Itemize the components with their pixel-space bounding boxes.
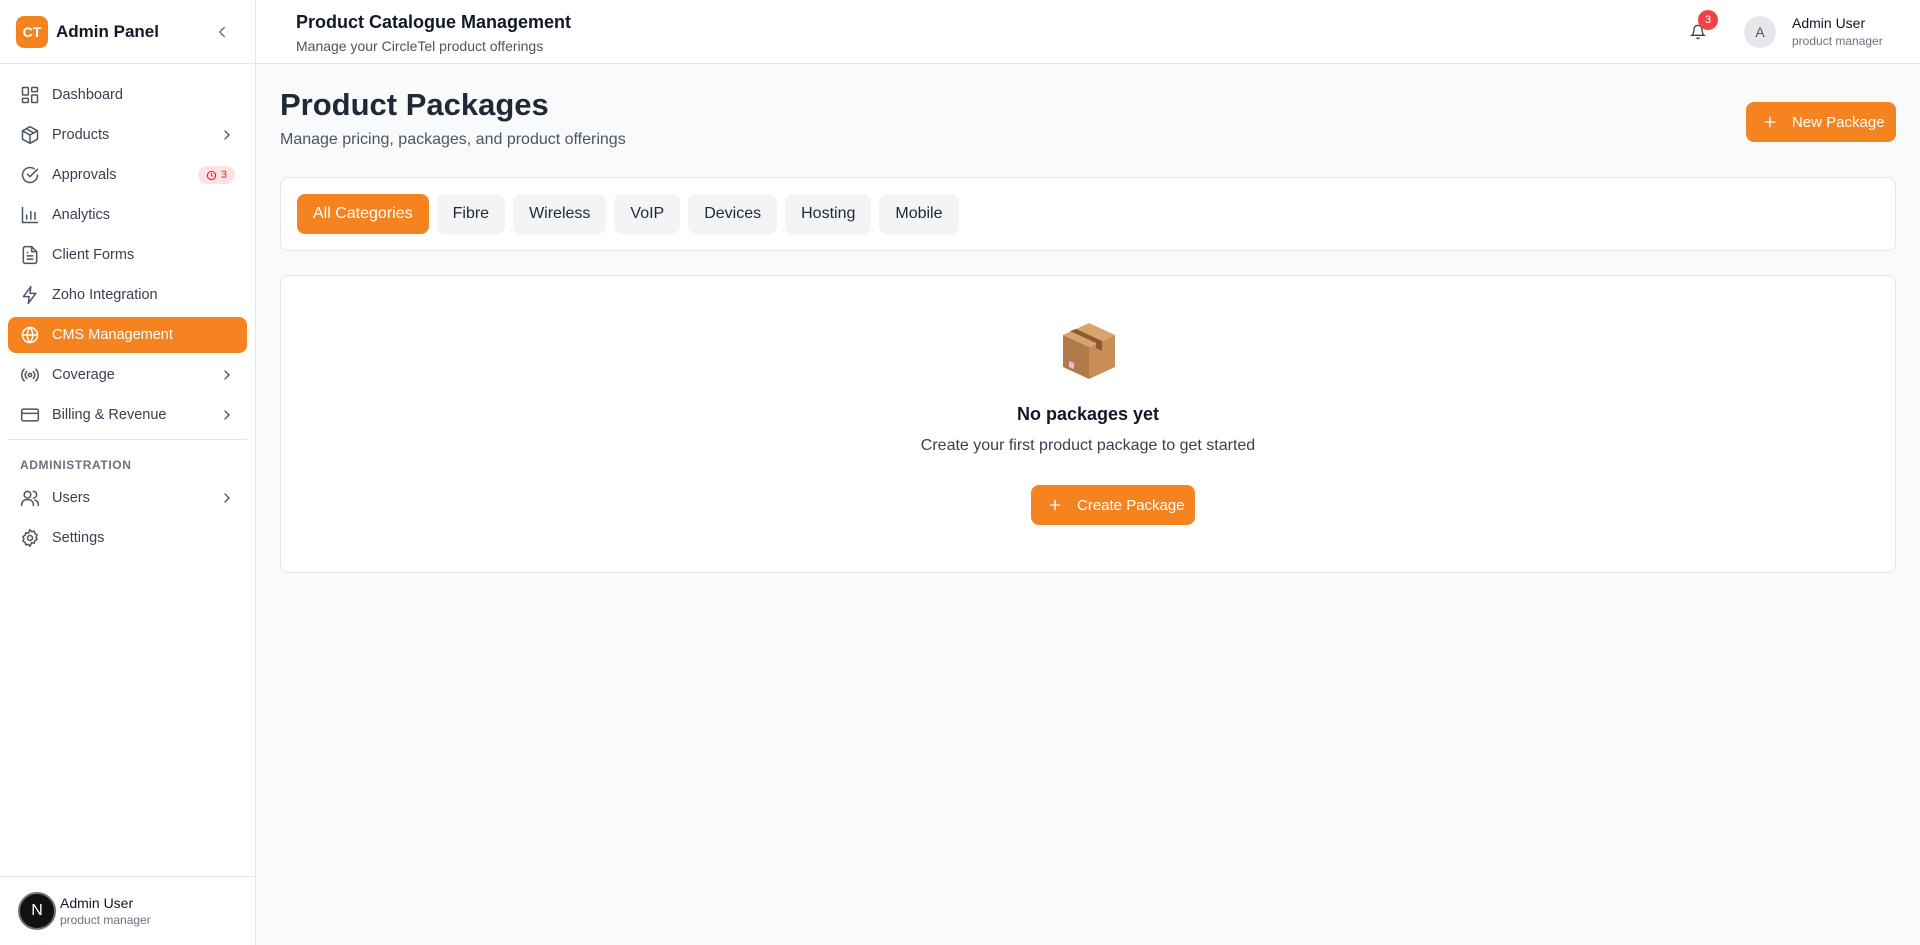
zap-icon [20,285,40,305]
nav-divider [8,439,247,440]
globe-icon [20,325,40,345]
category-all[interactable]: All Categories [297,194,429,234]
avatar[interactable]: A [1744,16,1776,48]
dashboard-icon [20,85,40,105]
notification-count-badge: 3 [1698,10,1718,30]
sidebar-item-client-forms[interactable]: Client Forms [8,237,247,273]
sidebar-item-analytics[interactable]: Analytics [8,197,247,233]
page-header-title: Product Catalogue Management [296,12,572,32]
sidebar-item-label: Dashboard [52,87,123,103]
sidebar-item-settings[interactable]: Settings [8,520,247,556]
bar-chart-icon [20,205,40,225]
settings-icon [20,528,40,548]
package-box-icon [1063,323,1115,379]
section-label-administration: ADMINISTRATION [20,458,132,472]
plus-icon [1764,116,1776,128]
sidebar-item-products[interactable]: Products [8,117,247,153]
sidebar-item-label: CMS Management [52,327,173,343]
create-package-label: Create Package [1077,496,1185,514]
sidebar-item-billing-revenue[interactable]: Billing & Revenue [8,397,247,433]
avatar: N [18,892,56,930]
user-role: product manager [1792,34,1883,48]
radio-icon [20,365,40,385]
sidebar-item-label: Approvals [52,167,117,183]
package-icon [20,125,40,145]
empty-state: No packages yet Create your first produc… [280,275,1896,573]
sidebar-item-label: Settings [52,530,105,546]
sidebar-item-coverage[interactable]: Coverage [8,357,247,393]
user-name: Admin User [60,895,134,911]
chevron-right-icon [219,490,235,506]
sidebar-item-label: Analytics [52,207,111,223]
brand-logo: CT [16,15,48,48]
sidebar-item-label: Products [52,127,110,143]
header-user-info[interactable]: Admin User product manager [1792,15,1883,48]
chevron-right-icon [219,367,235,383]
top-header: Product Catalogue Management Manage your… [256,0,1920,64]
create-package-button[interactable]: Create Package [1031,485,1195,525]
pending-approvals-badge: 3 [197,166,235,184]
category-mobile[interactable]: Mobile [879,194,959,234]
empty-state-title: No packages yet [1016,404,1160,424]
sidebar-item-label: Coverage [52,367,115,383]
sidebar-nav: Dashboard Products Approvals 3 Analytics… [0,64,255,556]
brand-title: Admin Panel [56,21,159,41]
category-fibre[interactable]: Fibre [436,194,506,234]
clock-icon [206,170,217,180]
category-devices[interactable]: Devices [688,194,778,234]
category-wireless[interactable]: Wireless [513,194,607,234]
file-text-icon [20,245,40,265]
user-role: product manager [60,913,151,927]
users-icon [20,488,40,508]
badge-count: 3 [220,169,227,181]
sidebar-item-zoho-integration[interactable]: Zoho Integration [8,277,247,313]
empty-state-description: Create your first product package to get… [920,437,1256,454]
sidebar-item-cms-management[interactable]: CMS Management [8,317,247,353]
category-voip[interactable]: VoIP [614,194,681,234]
sidebar-item-label: Users [52,490,90,506]
sidebar-item-label: Zoho Integration [52,287,158,303]
new-package-button[interactable]: New Package [1746,102,1896,142]
check-circle-icon [20,165,40,185]
page-title: Product Packages [280,87,549,122]
new-package-label: New Package [1792,113,1885,131]
chevron-right-icon [219,127,235,143]
sidebar-item-label: Billing & Revenue [52,407,167,423]
sidebar-item-approvals[interactable]: Approvals 3 [8,157,247,193]
plus-icon [1049,499,1061,511]
sidebar: CT Admin Panel Dashboard Products Approv… [0,0,256,945]
page-subtitle: Manage pricing, packages, and product of… [280,131,626,148]
page-header-subtitle: Manage your CircleTel product offerings [296,38,544,54]
user-name: Admin User [1792,15,1866,31]
brand: CT Admin Panel [0,0,255,64]
main-content: Product Packages Manage pricing, package… [256,65,1920,945]
sidebar-item-label: Client Forms [52,247,135,263]
chevron-right-icon [219,407,235,423]
category-hosting[interactable]: Hosting [785,194,872,234]
sidebar-item-users[interactable]: Users [8,480,247,516]
sidebar-user-profile[interactable]: N Admin User product manager [0,876,256,945]
category-filter: All Categories Fibre Wireless VoIP Devic… [280,177,1896,251]
collapse-sidebar-icon[interactable] [213,23,231,41]
sidebar-item-dashboard[interactable]: Dashboard [8,77,247,113]
credit-card-icon [20,405,40,425]
